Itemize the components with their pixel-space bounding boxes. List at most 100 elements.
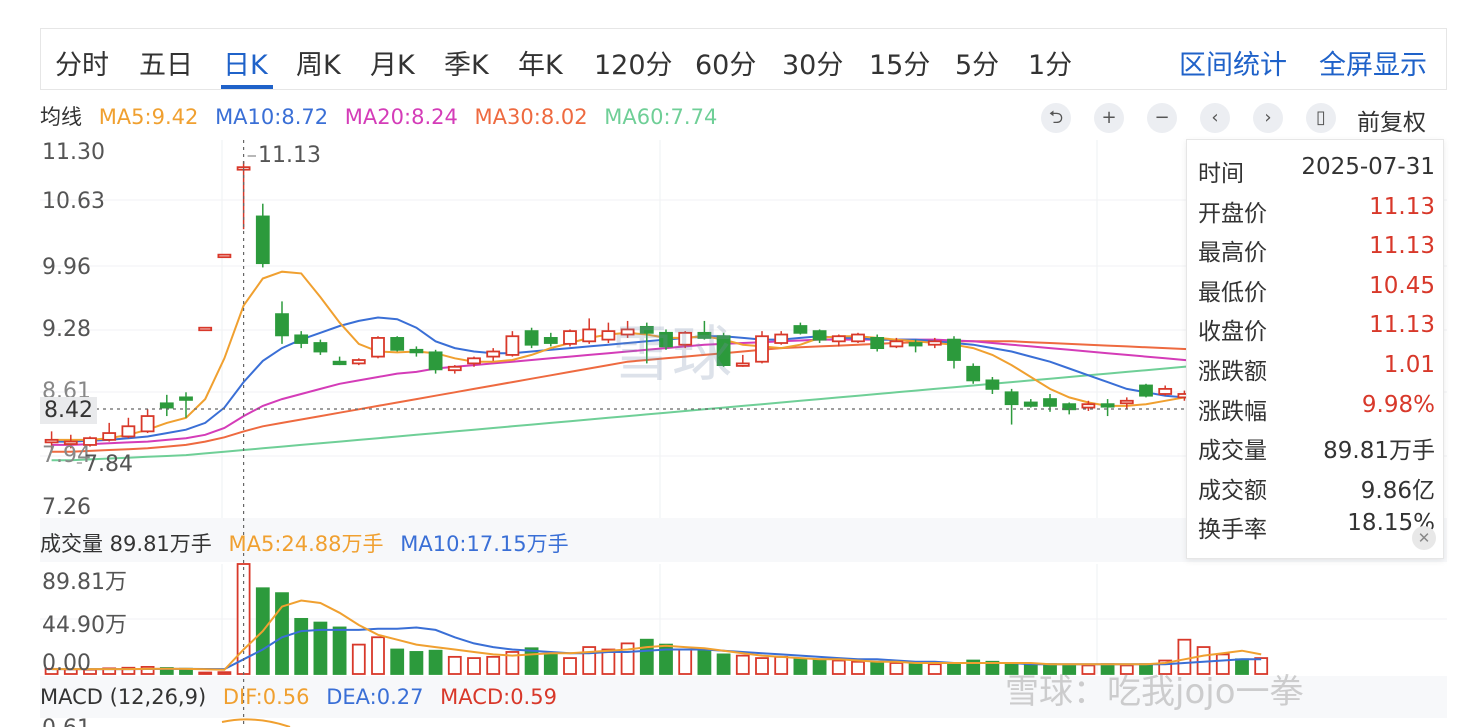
close-icon[interactable]: ✕ [1412, 526, 1436, 550]
candle-body [563, 330, 577, 345]
candle-body [908, 342, 923, 347]
candle-body [812, 330, 827, 341]
info-row-low: 最低价 10.45 [1198, 273, 1435, 306]
candle-body [505, 335, 520, 356]
candle-body [851, 333, 865, 343]
candle-body [927, 340, 942, 346]
candle-body [313, 342, 328, 353]
volume-bar [889, 662, 904, 675]
volume-bar [639, 638, 654, 675]
info-key: 时间 [1198, 161, 1244, 187]
volume-ma10-legend: MA10:17.15万手 [400, 532, 569, 556]
info-key: 成交量 [1198, 438, 1267, 464]
candle-body [966, 365, 981, 382]
info-row-change: 涨跌额 1.01 [1198, 352, 1435, 385]
candle-body [159, 402, 174, 409]
volume-bar [678, 648, 693, 675]
volume-tick-label: 0.00 [42, 651, 91, 676]
candle-body [447, 365, 462, 372]
volume-legend: 成交量 89.81万手 MA5:24.88万手 MA10:17.15万手 [40, 528, 579, 558]
volume-ma10-line [51, 626, 1262, 671]
info-key: 开盘价 [1198, 201, 1267, 227]
info-value: 11.13 [1369, 312, 1435, 338]
volume-bar [812, 658, 827, 675]
info-value: 9.98% [1361, 392, 1435, 418]
info-value: 9.86亿 [1360, 478, 1435, 504]
info-row-change-pct: 涨跌幅 9.98% [1198, 392, 1435, 425]
candle-body [793, 325, 808, 334]
volume-bar [351, 643, 366, 675]
macd-value-legend: MACD:0.59 [440, 685, 557, 709]
candle-body [985, 379, 1000, 390]
info-value: 2025-07-31 [1301, 154, 1435, 180]
volume-bar [774, 655, 789, 675]
volume-bar [543, 653, 558, 675]
volume-tick-label: 89.81万 [42, 570, 127, 595]
candle-body [44, 438, 59, 444]
macd-dea-legend: DEA:0.27 [326, 685, 424, 709]
info-key: 最高价 [1198, 240, 1267, 266]
candle-body [1081, 403, 1096, 409]
price-tick-label: 11.30 [42, 140, 105, 165]
candle-body [390, 337, 405, 351]
candle-body [332, 360, 347, 366]
candle-body [831, 335, 846, 343]
candle-body [294, 334, 309, 344]
info-key: 涨跌额 [1198, 359, 1267, 385]
volume-ma5-line [51, 599, 1262, 671]
volume-bar [697, 649, 712, 675]
candle-body [486, 350, 501, 358]
macd-legend: MACD (12,26,9) DIF:0.56 DEA:0.27 MACD:0.… [40, 685, 567, 709]
volume-bar [755, 657, 769, 675]
volume-bar [735, 654, 750, 675]
volume-bar [793, 658, 808, 675]
volume-bar [447, 655, 462, 675]
volume-bar [524, 647, 539, 675]
info-row-turnover-rate: 换手率 18.15% [1198, 510, 1435, 543]
info-key: 最低价 [1198, 280, 1267, 306]
volume-bar [294, 617, 309, 675]
candle-body [524, 330, 539, 346]
info-row-open: 开盘价 11.13 [1198, 194, 1435, 227]
info-row-close: 收盘价 11.13 [1198, 312, 1435, 345]
price-tick-label: 7.26 [42, 495, 91, 520]
volume-bar [409, 651, 424, 675]
info-row-turnover: 成交额 9.86亿 [1198, 471, 1435, 504]
volume-bar [870, 660, 885, 675]
macd-dif-legend: DIF:0.56 [222, 685, 310, 709]
max-price-marker: 11.13 [258, 143, 321, 168]
candle-body [1119, 399, 1134, 405]
candle-body [947, 338, 961, 361]
volume-bar [390, 648, 405, 675]
volume-bar [332, 626, 347, 675]
watermark-center: 雪球 [612, 320, 732, 390]
volume-ma5-legend: MA5:24.88万手 [228, 532, 384, 556]
min-price-marker: 7.84 [84, 452, 133, 477]
volume-legend-total: 成交量 89.81万手 [40, 532, 212, 556]
macd-dif-line [221, 718, 291, 727]
info-value: 1.01 [1383, 352, 1435, 378]
candle-body [409, 348, 424, 354]
volume-bar [217, 671, 232, 675]
info-key: 换手率 [1198, 517, 1267, 543]
volume-bar [486, 655, 501, 675]
info-value: 11.13 [1369, 233, 1435, 259]
price-tick-label: 9.96 [42, 255, 91, 280]
candle-body [179, 396, 193, 401]
candle-body [755, 335, 769, 363]
candle-body [351, 359, 366, 365]
candle-body [582, 328, 597, 343]
candle-body [102, 432, 117, 441]
watermark-bottom: 雪球：吃我jojo一拳 [1005, 672, 1304, 712]
crosshair-price-label: 8.42 [40, 397, 97, 424]
candle-body [140, 415, 155, 433]
price-tick-label: 10.63 [42, 189, 105, 214]
candle-body [543, 337, 558, 344]
info-row-volume: 成交量 89.81万手 [1198, 431, 1435, 464]
volume-bar [947, 662, 961, 675]
info-value: 89.81万手 [1323, 438, 1435, 464]
candle-info-panel: 时间 2025-07-31 开盘价 11.13 最高价 11.13 最低价 10… [1186, 139, 1444, 559]
info-row-time: 时间 2025-07-31 [1198, 154, 1435, 187]
candle-body [371, 337, 385, 358]
candle-body [1100, 403, 1115, 408]
